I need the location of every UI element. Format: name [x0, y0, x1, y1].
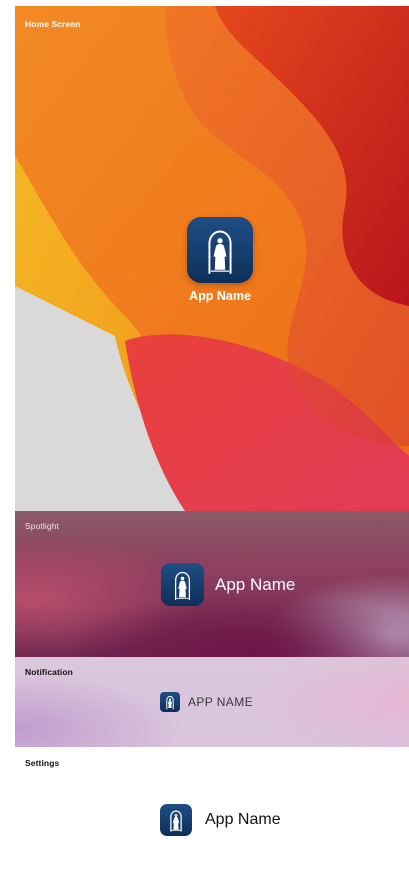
statue-arch-icon [187, 217, 253, 283]
home-screen-section: Home Screen App Name [15, 6, 409, 511]
settings-section: Settings App Name [15, 747, 409, 887]
statue-arch-icon [160, 804, 192, 836]
app-name-label: App Name [189, 289, 251, 303]
app-name-label: APP NAME [188, 695, 253, 709]
section-label-notification: Notification [25, 667, 73, 677]
section-label-settings: Settings [25, 758, 60, 768]
spotlight-section: Spotlight App Name [15, 511, 409, 657]
section-label-spotlight: Spotlight [25, 521, 59, 531]
statue-arch-icon [161, 563, 204, 606]
app-icon[interactable] [160, 692, 180, 712]
app-name-label: App Name [215, 575, 296, 594]
section-label-home-screen: Home Screen [25, 19, 81, 29]
statue-arch-icon [160, 692, 180, 712]
app-icon[interactable] [187, 217, 253, 283]
app-name-label: App Name [205, 811, 281, 828]
app-icon[interactable] [160, 804, 192, 836]
app-icon-preview-sheet: Home Screen App Name Spotlight App Name … [15, 6, 409, 887]
notification-section: Notification APP NAME [15, 657, 409, 747]
app-icon[interactable] [161, 563, 204, 606]
